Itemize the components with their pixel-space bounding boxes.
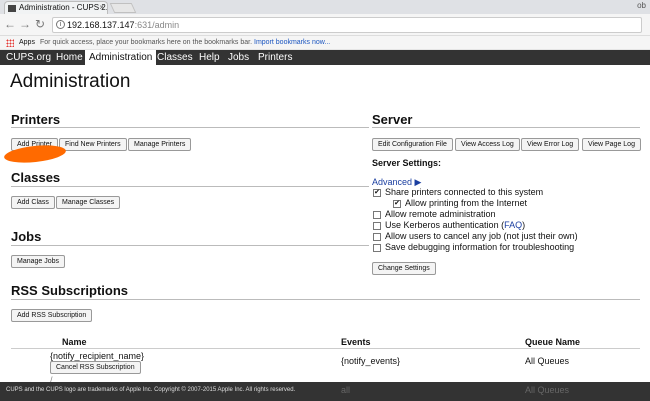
nav-cups-org[interactable]: CUPS.org xyxy=(2,50,55,65)
page-footer: CUPS and the CUPS logo are trademarks of… xyxy=(0,382,650,401)
nav-jobs[interactable]: Jobs xyxy=(224,50,253,65)
site-info-icon[interactable]: i xyxy=(56,20,65,29)
debug-logging-checkbox[interactable] xyxy=(373,244,381,252)
change-settings-button[interactable]: Change Settings xyxy=(372,262,436,275)
allow-internet-printing-label: Allow printing from the Internet xyxy=(405,198,528,208)
nav-printers[interactable]: Printers xyxy=(254,50,296,65)
tab-title: Administration - CUPS 2. xyxy=(19,3,108,12)
classes-heading: Classes xyxy=(11,170,61,185)
bookmarks-hint-text: For quick access, place your bookmarks h… xyxy=(40,39,253,46)
new-tab-button[interactable] xyxy=(109,3,137,13)
window-controls[interactable]: ob xyxy=(637,1,646,10)
jobs-divider xyxy=(11,245,369,246)
server-heading: Server xyxy=(372,112,413,127)
server-settings-label: Server Settings: xyxy=(372,158,442,168)
rss-col-queue: Queue Name xyxy=(525,337,581,347)
printers-heading: Printers xyxy=(11,112,61,127)
footer-ghost-events: all xyxy=(341,385,351,395)
server-divider xyxy=(372,127,640,128)
rss-row-events: {notify_events} xyxy=(341,356,401,366)
page-title: Administration xyxy=(10,71,131,92)
cancel-rss-subscription-button[interactable]: Cancel RSS Subscription xyxy=(50,361,141,374)
bookmarks-bar: Apps For quick access, place your bookma… xyxy=(0,36,650,50)
nav-administration[interactable]: Administration xyxy=(85,50,157,65)
reload-icon[interactable]: ↻ xyxy=(33,17,47,31)
remote-admin-label: Allow remote administration xyxy=(385,209,496,219)
manage-printers-button[interactable]: Manage Printers xyxy=(128,138,192,151)
apps-grid-icon[interactable] xyxy=(6,39,14,47)
forward-icon[interactable]: → xyxy=(18,17,32,31)
kerberos-checkbox[interactable] xyxy=(373,222,381,230)
browser-toolbar: ← → ↻ i 192.168.137.147:631/admin xyxy=(0,14,650,36)
view-page-log-button[interactable]: View Page Log xyxy=(582,138,641,151)
rss-divider xyxy=(11,299,640,300)
rss-row-name: {notify_recipient_name} xyxy=(50,351,145,361)
kerberos-label: Use Kerberos authentication (FAQ) xyxy=(385,220,525,230)
address-path: :631/admin xyxy=(134,20,180,30)
view-error-log-button[interactable]: View Error Log xyxy=(521,138,580,151)
tab-close-icon[interactable]: × xyxy=(99,2,104,14)
rss-col-events: Events xyxy=(341,337,371,347)
apps-shortcut[interactable]: Apps xyxy=(19,36,35,49)
address-bar[interactable]: i 192.168.137.147:631/admin xyxy=(52,17,642,33)
cups-nav-bar: CUPS.org Home Administration Classes Hel… xyxy=(0,50,650,65)
back-icon[interactable]: ← xyxy=(3,17,17,31)
share-printers-label: Share printers connected to this system xyxy=(385,187,544,197)
footer-ghost-queue: All Queues xyxy=(525,385,570,395)
nav-home[interactable]: Home xyxy=(52,50,87,65)
jobs-heading: Jobs xyxy=(11,229,42,244)
find-new-printers-button[interactable]: Find New Printers xyxy=(59,138,127,151)
classes-divider xyxy=(11,186,369,187)
browser-tab[interactable]: Administration - CUPS 2. × xyxy=(4,1,108,14)
manage-jobs-button[interactable]: Manage Jobs xyxy=(11,255,66,268)
cups-favicon-icon xyxy=(8,5,16,12)
rss-header-divider xyxy=(11,348,640,349)
allow-internet-printing-checkbox[interactable]: ✔ xyxy=(393,200,401,208)
printers-divider xyxy=(11,127,369,128)
nav-classes[interactable]: Classes xyxy=(153,50,197,65)
browser-tab-strip: Administration - CUPS 2. × ob xyxy=(0,0,650,14)
debug-logging-label: Save debugging information for troublesh… xyxy=(385,242,575,252)
kerberos-label-close: ) xyxy=(522,220,526,230)
remote-admin-checkbox[interactable] xyxy=(373,211,381,219)
footer-copyright: CUPS and the CUPS logo are trademarks of… xyxy=(6,387,296,393)
rss-heading: RSS Subscriptions xyxy=(11,283,129,298)
bookmarks-hint: For quick access, place your bookmarks h… xyxy=(40,36,330,49)
rss-row-queue: All Queues xyxy=(525,356,570,366)
add-class-button[interactable]: Add Class xyxy=(11,196,55,209)
edit-configuration-file-button[interactable]: Edit Configuration File xyxy=(372,138,453,151)
cancel-any-job-label: Allow users to cancel any job (not just … xyxy=(385,231,578,241)
kerberos-faq-link[interactable]: FAQ xyxy=(504,220,522,230)
manage-classes-button[interactable]: Manage Classes xyxy=(56,196,121,209)
rss-col-name: Name xyxy=(62,337,87,347)
add-rss-subscription-button[interactable]: Add RSS Subscription xyxy=(11,309,93,322)
import-bookmarks-link[interactable]: Import bookmarks now... xyxy=(254,39,330,46)
share-printers-checkbox[interactable]: ✔ xyxy=(373,189,381,197)
nav-help[interactable]: Help xyxy=(195,50,224,65)
view-access-log-button[interactable]: View Access Log xyxy=(455,138,520,151)
address-host: 192.168.137.147 xyxy=(67,20,135,30)
kerberos-label-text: Use Kerberos authentication ( xyxy=(385,220,505,230)
cancel-any-job-checkbox[interactable] xyxy=(373,233,381,241)
